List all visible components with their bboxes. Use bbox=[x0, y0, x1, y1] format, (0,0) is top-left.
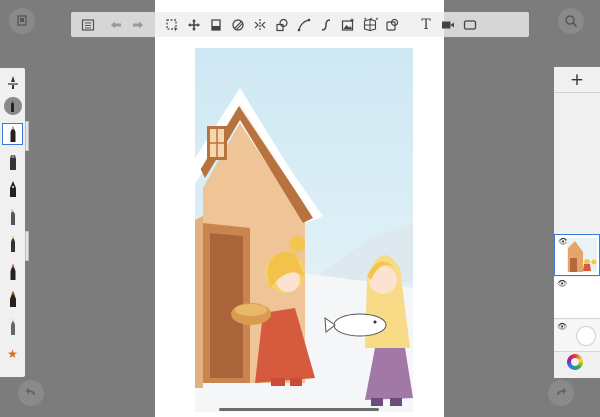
gradient-button[interactable] bbox=[227, 14, 249, 36]
layer-visibility-eye-icon[interactable]: 👁 bbox=[557, 322, 567, 331]
curve-icon bbox=[297, 18, 311, 31]
screen-icon bbox=[463, 19, 477, 30]
zoom-button[interactable] bbox=[558, 8, 584, 34]
text-icon: T bbox=[421, 16, 431, 33]
canvas-scroll-indicator[interactable] bbox=[219, 408, 379, 411]
layer-toggle-button[interactable] bbox=[9, 8, 35, 34]
canvas-page[interactable] bbox=[155, 0, 444, 417]
technical-pen-icon bbox=[10, 319, 15, 335]
shape-button[interactable] bbox=[271, 14, 293, 36]
selection-button[interactable] bbox=[161, 14, 183, 36]
selection-icon bbox=[166, 18, 178, 31]
gradient-icon bbox=[232, 18, 244, 31]
undo-button[interactable] bbox=[105, 14, 127, 36]
layer-row[interactable]: 👁 bbox=[554, 234, 600, 276]
undo-round-button[interactable] bbox=[18, 380, 44, 406]
video-button[interactable] bbox=[437, 14, 459, 36]
symmetry-icon bbox=[254, 18, 266, 31]
color-wheel-icon[interactable] bbox=[567, 354, 583, 370]
image-import-icon bbox=[341, 18, 354, 31]
redo-round-icon bbox=[557, 387, 567, 395]
symmetry-button[interactable] bbox=[249, 14, 271, 36]
brush-fine-pen[interactable] bbox=[2, 233, 23, 255]
fill-button[interactable] bbox=[205, 14, 227, 36]
artwork-canvas[interactable] bbox=[195, 48, 413, 412]
brush-paint-brush[interactable] bbox=[2, 288, 23, 310]
redo-icon bbox=[133, 21, 143, 28]
marker-icon bbox=[9, 155, 16, 170]
brush-marker[interactable] bbox=[2, 151, 23, 173]
favorite-star-icon: ★ bbox=[7, 347, 18, 361]
brush-chisel[interactable] bbox=[2, 206, 23, 228]
perspective-button[interactable] bbox=[359, 14, 381, 36]
fine-pen-icon bbox=[10, 236, 15, 252]
artwork-illustration bbox=[195, 48, 413, 412]
screen-button[interactable] bbox=[459, 14, 481, 36]
shape-icon bbox=[276, 18, 288, 31]
ruler-button[interactable] bbox=[315, 14, 337, 36]
pencil-icon bbox=[10, 126, 15, 142]
brush-opacity-handle[interactable] bbox=[25, 121, 29, 151]
airbrush-icon bbox=[11, 100, 14, 112]
brush-size-slider[interactable] bbox=[2, 71, 23, 93]
image-import-button[interactable] bbox=[337, 14, 359, 36]
brush-eraser[interactable]: ★ bbox=[2, 343, 23, 365]
redo-button[interactable] bbox=[127, 14, 149, 36]
main-toolbar: ••• T bbox=[71, 12, 529, 37]
layer-visibility-eye-icon[interactable]: 👁 bbox=[557, 279, 567, 288]
ink-pen-icon bbox=[9, 181, 16, 197]
gallery-icon bbox=[81, 18, 95, 31]
brush-ink-pen[interactable] bbox=[2, 178, 23, 200]
brush-airbrush[interactable] bbox=[2, 95, 23, 117]
text-button[interactable]: T bbox=[415, 14, 437, 36]
stencil-icon bbox=[386, 18, 399, 31]
brush-pen-icon bbox=[10, 264, 15, 280]
transform-button[interactable] bbox=[183, 14, 205, 36]
video-icon bbox=[442, 21, 454, 28]
add-layer-button[interactable]: + bbox=[554, 67, 600, 93]
undo-round-icon bbox=[25, 387, 35, 395]
paint-brush-icon bbox=[9, 291, 16, 307]
background-layer-row[interactable]: 👁 bbox=[554, 320, 600, 352]
layer-toggle-icon bbox=[17, 15, 27, 26]
fill-icon bbox=[211, 18, 221, 31]
redo-round-button[interactable] bbox=[548, 380, 574, 406]
brush-size-icon bbox=[7, 76, 18, 89]
perspective-icon bbox=[363, 18, 377, 31]
brush-technical-pen[interactable] bbox=[2, 316, 23, 338]
layer-row[interactable]: 👁 bbox=[554, 277, 600, 319]
curve-button[interactable] bbox=[293, 14, 315, 36]
zoom-icon bbox=[565, 15, 578, 28]
undo-icon bbox=[111, 21, 121, 28]
brush-brush-pen[interactable] bbox=[2, 261, 23, 283]
layer-thumbnail bbox=[567, 238, 597, 272]
brush-size-handle[interactable] bbox=[25, 231, 29, 261]
transform-icon bbox=[188, 18, 200, 31]
layers-panel: + 👁 👁 👁 bbox=[554, 67, 600, 378]
ruler-icon bbox=[321, 18, 331, 31]
chisel-icon bbox=[10, 209, 15, 225]
stencil-button[interactable] bbox=[381, 14, 403, 36]
brush-pencil[interactable] bbox=[2, 123, 23, 145]
background-color-swatch[interactable] bbox=[576, 326, 596, 346]
gallery-button[interactable] bbox=[77, 14, 99, 36]
brush-panel: ★ bbox=[0, 68, 25, 377]
